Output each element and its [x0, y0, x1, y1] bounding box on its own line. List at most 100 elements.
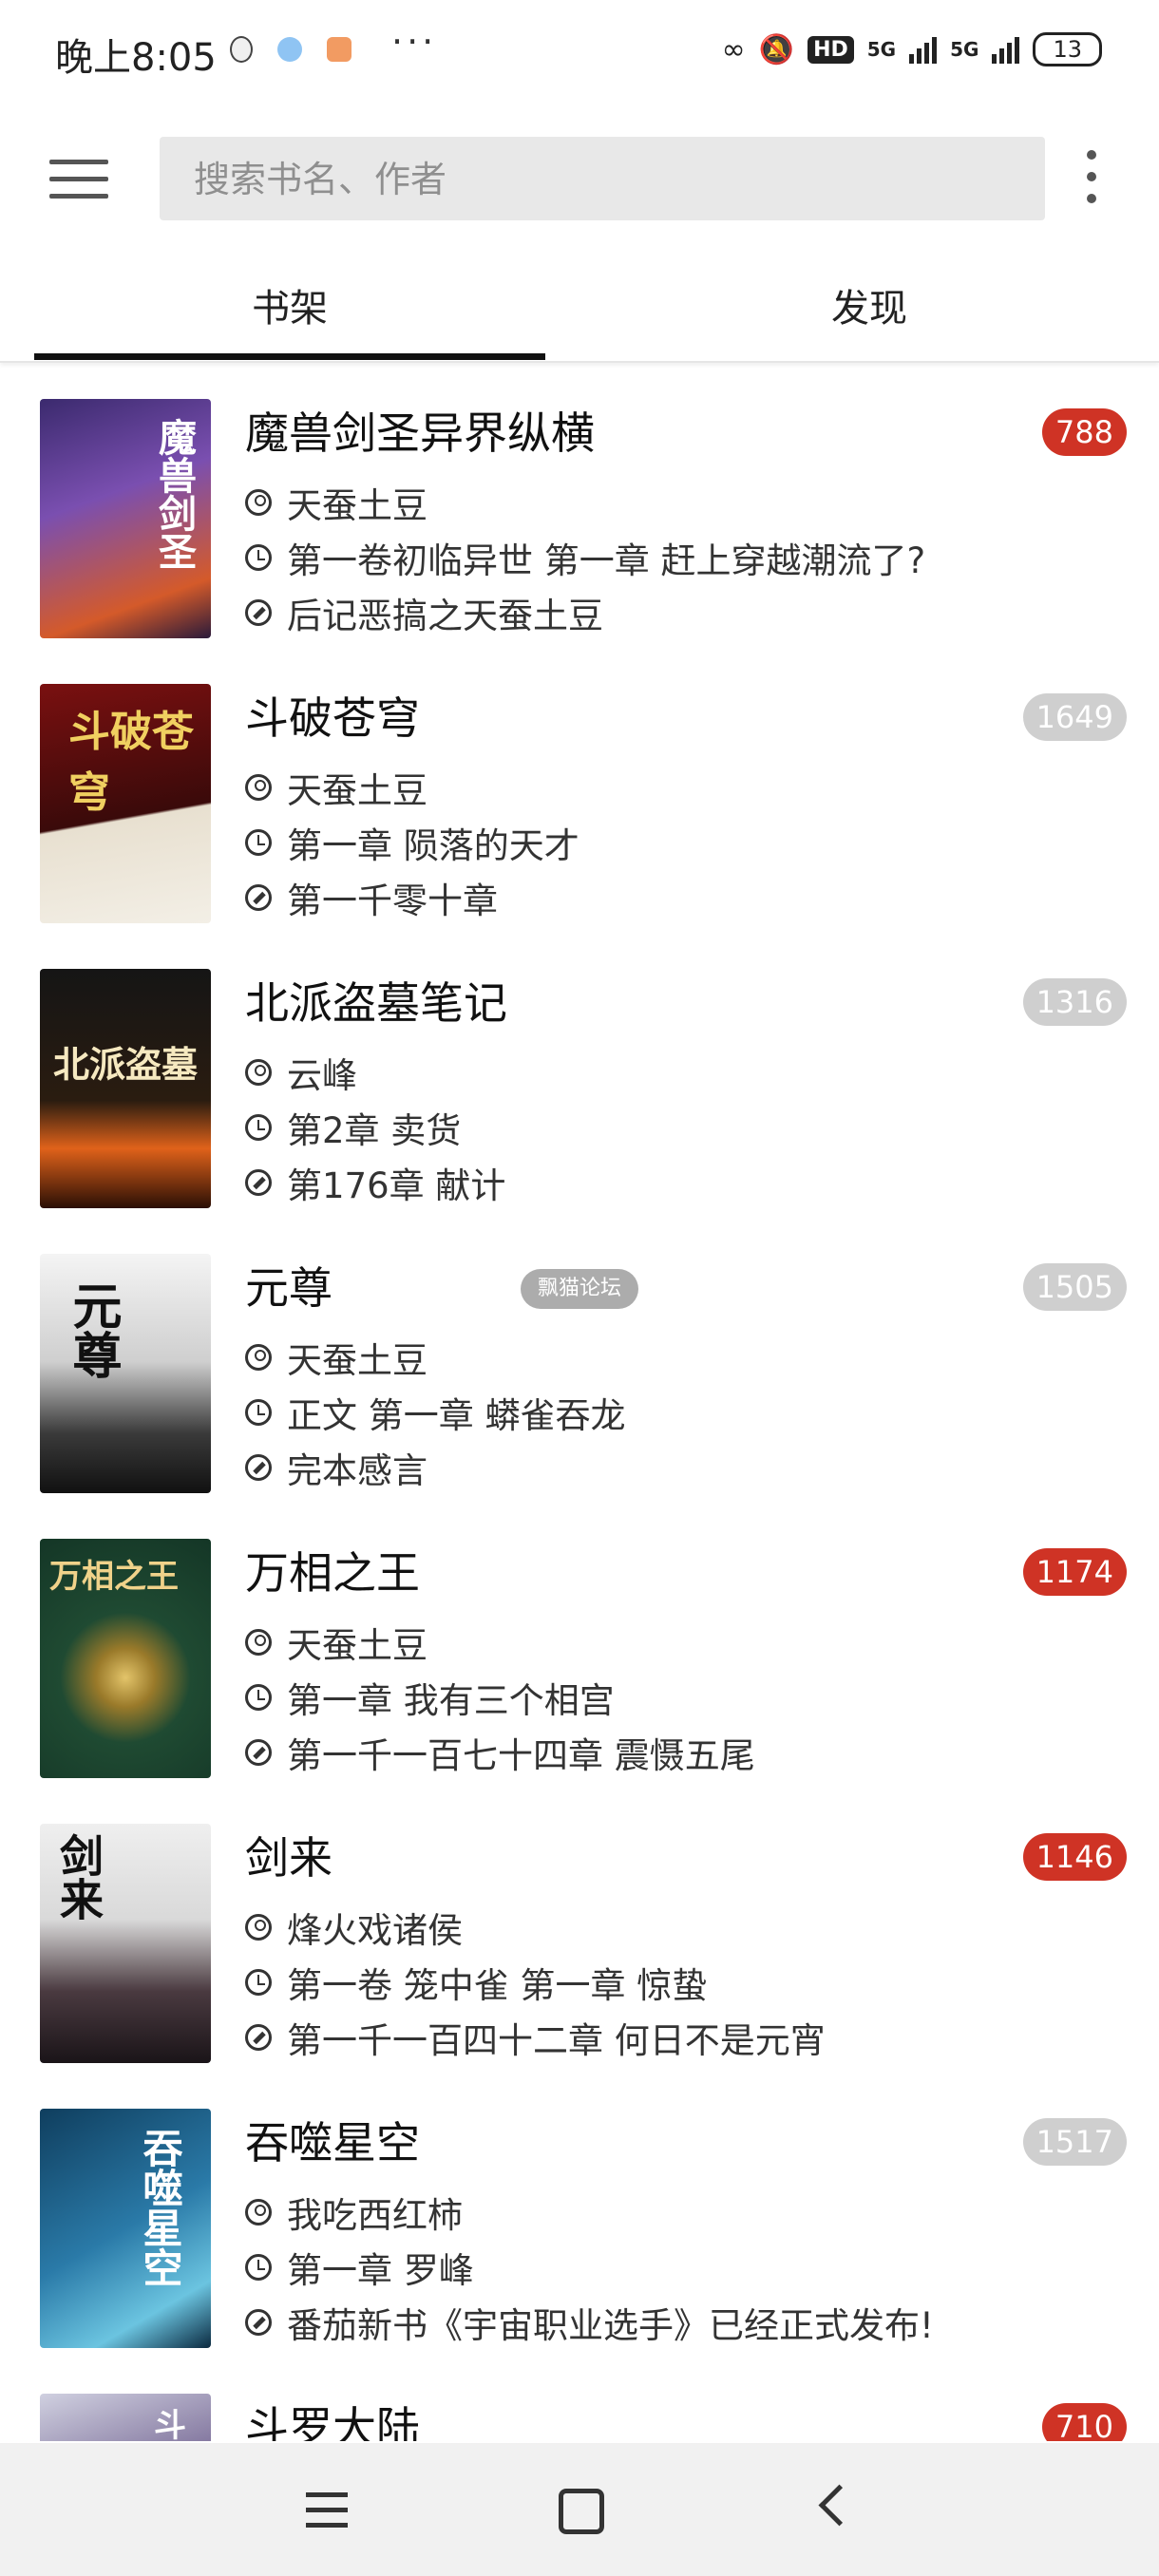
book-title: 斗罗大陆 [245, 2402, 420, 2441]
last-read-text: 第2章 卖货 [287, 1110, 462, 1151]
compass-icon [245, 1169, 272, 1196]
hamburger-menu-icon[interactable] [49, 160, 108, 201]
user-circle-icon [245, 489, 272, 516]
latest-chapter: 后记恶搞之天蚕土豆 [245, 587, 603, 638]
user-circle-icon [245, 2199, 272, 2226]
compass-icon [245, 2309, 272, 2336]
book-title: 万相之王 [245, 1547, 420, 1599]
last-read-chapter: 正文 第一章 蟒雀吞龙 [245, 1387, 626, 1438]
search-bar[interactable] [160, 137, 1045, 222]
latest-text: 第一千一百七十四章 震慑五尾 [287, 1735, 755, 1776]
book-cover: 万相之王 [40, 1539, 211, 1778]
last-read-chapter: 第一章 我有三个相宫 [245, 1672, 615, 1723]
status-time: 晚上8:05 [55, 36, 217, 80]
book-author: 云峰 [245, 1047, 357, 1098]
app-notification-icon [277, 37, 302, 62]
compass-icon [245, 599, 272, 626]
last-read-text: 第一卷初临异世 第一章 赶上穿越潮流了? [287, 540, 926, 581]
list-item[interactable]: 北派盗墓 北派盗墓笔记 云峰 第2章 卖货 第176章 献计 1316 [0, 940, 1159, 1225]
book-cover: 魔兽剑圣 [40, 399, 211, 638]
cover-title: 万相之王 [49, 1558, 179, 1596]
last-read-chapter: 第2章 卖货 [245, 1102, 461, 1153]
list-item[interactable]: 斗罗 斗罗大陆 710 [0, 2365, 1159, 2441]
list-item[interactable]: 剑来 剑来 烽火戏诸侯 第一卷 笼中雀 第一章 惊蛰 第一千一百四十二章 何日不… [0, 1795, 1159, 2080]
cover-title: 斗破苍穹 [68, 708, 194, 817]
list-item[interactable]: 斗破苍穹 斗破苍穹 天蚕土豆 第一章 陨落的天才 第一千零十章 1649 [0, 655, 1159, 940]
author-text: 天蚕土豆 [287, 1340, 428, 1381]
last-read-chapter: 第一卷 笼中雀 第一章 惊蛰 [245, 1957, 707, 2008]
cover-title: 元尊 [64, 1280, 122, 1379]
cover-title: 北派盗墓 [53, 1043, 199, 1086]
list-item[interactable]: 万相之王 万相之王 天蚕土豆 第一章 我有三个相宫 第一千一百七十四章 震慑五尾… [0, 1510, 1159, 1795]
signal-icon [909, 35, 938, 64]
tab-discover[interactable]: 发现 [580, 266, 1159, 361]
latest-text: 后记恶搞之天蚕土豆 [287, 596, 603, 636]
author-text: 天蚕土豆 [287, 770, 428, 811]
book-author: 烽火戏诸侯 [245, 1902, 463, 1953]
unread-count-badge: 1146 [1022, 1833, 1127, 1881]
last-read-text: 第一章 罗峰 [287, 2250, 474, 2291]
cover-title: 斗罗 [154, 2407, 186, 2441]
clock-icon [245, 1399, 272, 1426]
author-text: 烽火戏诸侯 [287, 1910, 463, 1951]
battery-indicator: 13 [1033, 32, 1102, 66]
list-item[interactable]: 魔兽剑圣 魔兽剑圣异界纵横 天蚕土豆 第一卷初临异世 第一章 赶上穿越潮流了? … [0, 370, 1159, 655]
more-notifications-icon: ··· [391, 21, 438, 63]
user-circle-icon [245, 1629, 272, 1656]
status-right: ∞ 🔕 HD 5G 5G 13 [722, 32, 1102, 66]
book-title: 北派盗墓笔记 [245, 977, 507, 1029]
last-read-text: 正文 第一章 蟒雀吞龙 [287, 1395, 626, 1436]
book-author: 我吃西红柿 [245, 2187, 463, 2238]
last-read-text: 第一卷 笼中雀 第一章 惊蛰 [287, 1965, 708, 2006]
tab-bar: 书架 发现 [0, 266, 1159, 363]
qq-notification-icon [230, 36, 253, 63]
book-author: 天蚕土豆 [245, 762, 428, 813]
more-options-icon[interactable] [1087, 150, 1100, 207]
home-icon[interactable] [559, 2489, 604, 2534]
last-read-chapter: 第一章 罗峰 [245, 2242, 474, 2293]
watermark: 飘猫论坛 [521, 1269, 638, 1309]
clock-icon [245, 544, 272, 571]
latest-text: 完本感言 [287, 1450, 428, 1491]
latest-text: 第176章 献计 [287, 1165, 506, 1206]
recent-apps-icon[interactable] [306, 2492, 348, 2530]
search-input[interactable] [192, 137, 1013, 222]
book-title: 吞噬星空 [245, 2117, 420, 2169]
app-notification-icon-2 [327, 37, 352, 62]
book-title: 斗破苍穹 [245, 692, 420, 744]
compass-icon [245, 1739, 272, 1766]
tab-bookshelf[interactable]: 书架 [0, 266, 580, 361]
cover-title: 吞噬星空 [137, 2128, 183, 2287]
latest-chapter: 第一千一百四十二章 何日不是元宵 [245, 2012, 826, 2063]
back-icon[interactable] [818, 2484, 861, 2527]
status-bar: 晚上8:05 ··· ∞ 🔕 HD 5G 5G 13 [0, 0, 1159, 104]
last-read-chapter: 第一卷初临异世 第一章 赶上穿越潮流了? [245, 532, 925, 583]
latest-text: 番茄新书《宇宙职业选手》已经正式发布! [287, 2305, 934, 2346]
clock-icon [245, 829, 272, 856]
user-circle-icon [245, 1059, 272, 1086]
user-circle-icon [245, 1914, 272, 1941]
latest-chapter: 第一千零十章 [245, 872, 498, 923]
list-item[interactable]: 元尊 元尊 天蚕土豆 正文 第一章 蟒雀吞龙 完本感言 1505 [0, 1225, 1159, 1510]
book-cover: 元尊 [40, 1254, 211, 1493]
list-item[interactable]: 吞噬星空 吞噬星空 我吃西红柿 第一章 罗峰 番茄新书《宇宙职业选手》已经正式发… [0, 2080, 1159, 2365]
compass-icon [245, 1454, 272, 1481]
last-read-text: 第一章 陨落的天才 [287, 825, 580, 866]
clock-icon [245, 2254, 272, 2281]
top-toolbar [0, 123, 1159, 228]
author-text: 我吃西红柿 [287, 2195, 463, 2236]
user-circle-icon [245, 1344, 272, 1371]
latest-chapter: 番茄新书《宇宙职业选手》已经正式发布! [245, 2297, 934, 2348]
system-nav-bar [0, 2443, 1159, 2576]
clock-icon [245, 1684, 272, 1711]
unread-count-badge: 1316 [1022, 978, 1127, 1026]
mute-bell-icon: 🔕 [758, 32, 795, 66]
user-circle-icon [245, 774, 272, 801]
book-author: 天蚕土豆 [245, 477, 428, 528]
clock-icon [245, 1114, 272, 1141]
book-cover: 斗罗 [40, 2394, 211, 2441]
latest-text: 第一千一百四十二章 何日不是元宵 [287, 2020, 826, 2061]
unread-count-badge: 1649 [1022, 693, 1127, 741]
unread-count-badge: 710 [1041, 2403, 1127, 2441]
author-text: 天蚕土豆 [287, 1625, 428, 1666]
